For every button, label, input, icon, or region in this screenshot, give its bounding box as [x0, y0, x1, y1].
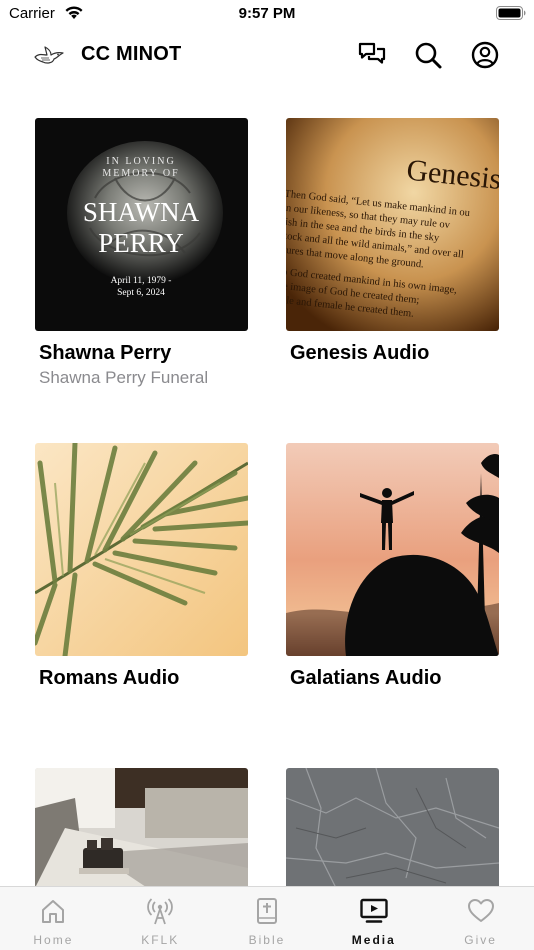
status-bar: Carrier 9:57 PM — [0, 0, 534, 28]
bible-icon — [256, 898, 277, 924]
card-title: Genesis Audio — [290, 342, 430, 364]
tab-bible[interactable]: Bible — [214, 887, 321, 950]
app-title: CC MINOT — [81, 43, 182, 65]
memorial-name2: PERRY — [98, 228, 184, 258]
tab-label-home: Home — [33, 933, 74, 947]
card-subtitle: Shawna Perry Funeral — [39, 368, 209, 387]
media-card-shawna-perry[interactable]: IN LOVING MEMORY OF SHAWNA PERRY April 1… — [35, 118, 248, 393]
media-tv-icon — [360, 898, 388, 923]
tab-media[interactable]: Media — [320, 887, 427, 950]
account-button[interactable] — [470, 40, 500, 70]
battery-icon — [496, 6, 526, 20]
account-icon — [471, 41, 499, 69]
chat-button[interactable] — [357, 40, 387, 70]
home-icon — [42, 900, 65, 923]
radio-tower-icon — [147, 898, 173, 925]
card-thumbnail — [35, 443, 248, 656]
media-card-6[interactable] — [286, 768, 499, 886]
search-button[interactable] — [413, 40, 443, 70]
tab-kflk[interactable]: KFLK — [107, 887, 214, 950]
card-title: Galatians Audio — [290, 667, 442, 689]
summit-silhouette-image — [286, 443, 499, 656]
status-time: 9:57 PM — [238, 5, 296, 22]
media-card-genesis-audio[interactable]: Genesis Then God said, “Let us make mank… — [286, 118, 499, 368]
card-thumbnail — [35, 768, 248, 886]
marble-texture-image — [286, 768, 499, 886]
card-title: Shawna Perry — [39, 342, 172, 364]
palm-leaf-image — [35, 443, 248, 656]
tab-label-media: Media — [351, 933, 396, 947]
tab-label-bible: Bible — [248, 933, 286, 947]
logo-dove-icon — [34, 46, 64, 64]
card-thumbnail: Genesis Then God said, “Let us make mank… — [286, 118, 499, 331]
media-card-5[interactable] — [35, 768, 248, 886]
card-title: Romans Audio — [39, 667, 180, 689]
tab-label-kflk: KFLK — [141, 933, 180, 947]
card-thumbnail — [286, 443, 499, 656]
memorial-dates2: Sept 6, 2024 — [117, 288, 165, 298]
media-card-romans-audio[interactable]: Romans Audio — [35, 443, 248, 693]
tab-bar: Home KFLK Bible Media Give — [0, 886, 534, 950]
tab-home[interactable]: Home — [0, 887, 107, 950]
app-header: CC MINOT — [0, 28, 534, 84]
memorial-dates1: April 11, 1979 - — [111, 276, 172, 286]
chat-icon — [358, 42, 386, 64]
tab-label-give: Give — [464, 933, 497, 947]
card-thumbnail — [286, 768, 499, 886]
memorial-name1: SHAWNA — [83, 197, 200, 227]
media-grid: IN LOVING MEMORY OF SHAWNA PERRY April 1… — [0, 84, 534, 886]
memorial-line2: MEMORY OF — [102, 168, 179, 179]
heart-icon — [467, 899, 494, 922]
living-room-image — [35, 768, 248, 886]
search-icon — [415, 42, 442, 69]
card-thumbnail: IN LOVING MEMORY OF SHAWNA PERRY April 1… — [35, 118, 248, 331]
memorial-line1: IN LOVING — [106, 156, 175, 167]
genesis-bible-page-image: Genesis Then God said, “Let us make mank… — [286, 118, 499, 331]
memorial-rose-image: IN LOVING MEMORY OF SHAWNA PERRY April 1… — [35, 118, 248, 331]
media-card-galatians-audio[interactable]: Galatians Audio — [286, 443, 499, 693]
tab-give[interactable]: Give — [427, 887, 534, 950]
